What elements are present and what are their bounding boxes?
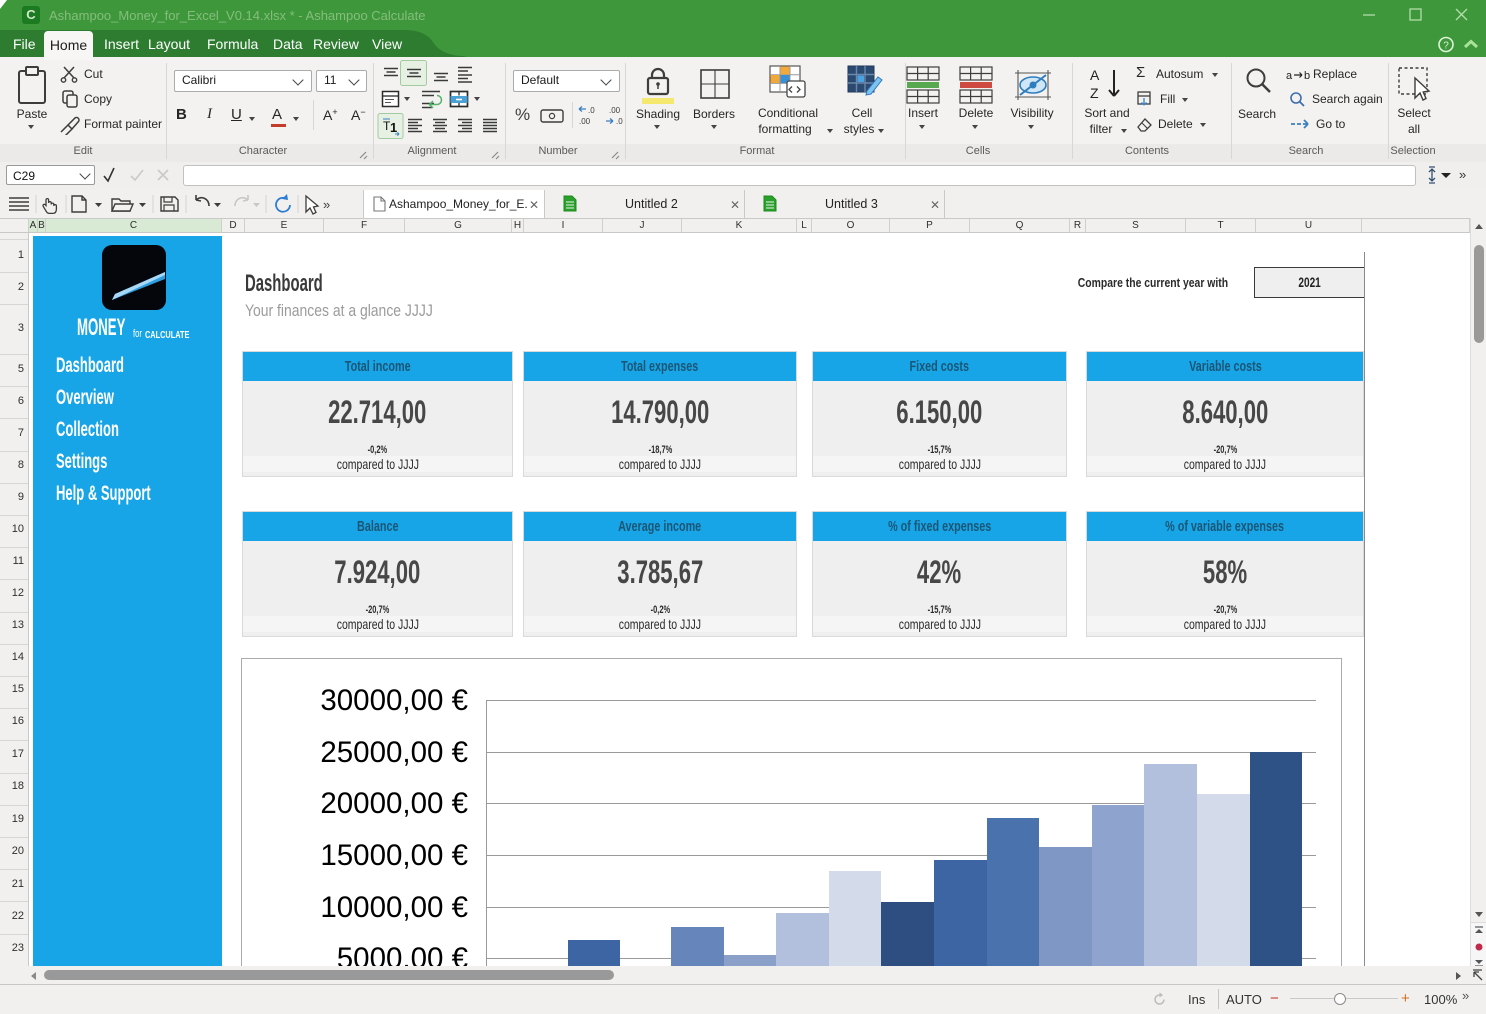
svg-text:.0: .0 — [588, 106, 595, 115]
svg-text:?: ? — [1443, 41, 1449, 52]
svg-text:.00: .00 — [579, 117, 591, 126]
svg-text:b: b — [1304, 70, 1310, 82]
svg-text:a: a — [1286, 70, 1293, 82]
svg-text:.00: .00 — [609, 106, 621, 115]
svg-text:»: » — [1459, 167, 1466, 182]
svg-text:»: » — [323, 197, 330, 212]
svg-text:1: 1 — [390, 120, 397, 135]
svg-text:Z: Z — [1090, 85, 1099, 101]
svg-text:A: A — [1090, 67, 1100, 83]
